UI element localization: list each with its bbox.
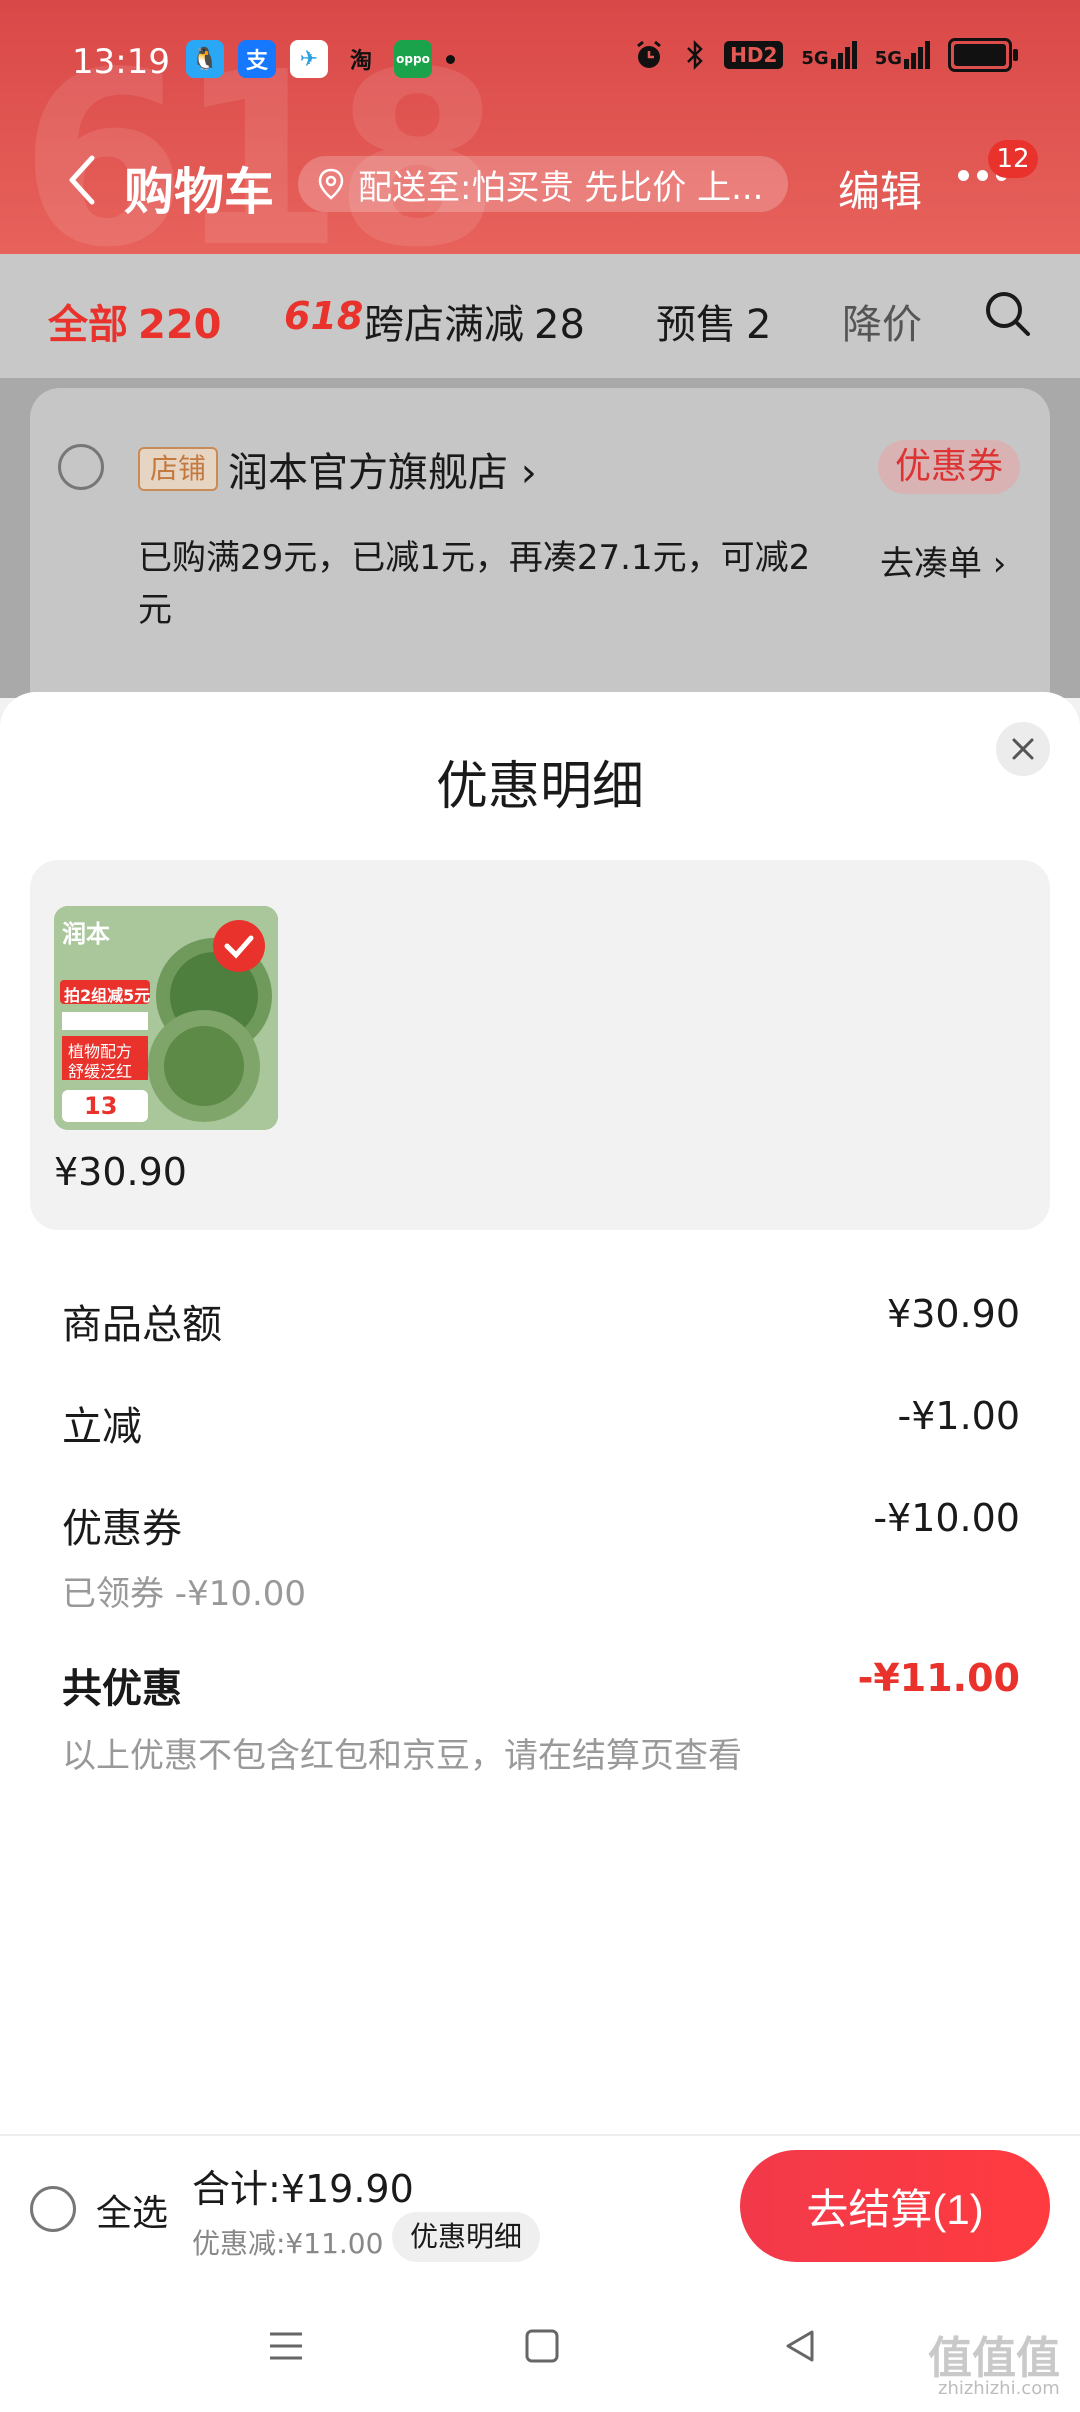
total-discount-row: 共优惠 -¥11.00 (62, 1656, 1020, 1714)
instant-discount-label: 立减 (62, 1404, 142, 1450)
goods-total-label: 商品总额 (62, 1302, 222, 1348)
select-all-label[interactable]: 全选 (96, 2184, 168, 2236)
home-icon[interactable] (522, 2326, 562, 2366)
header: 618 13:19 🐧 支 ✈ 淘 oppo HD2 5G 5G 购物车 配送至… (0, 0, 1080, 254)
select-all-radio[interactable] (30, 2186, 76, 2232)
back-arrow-icon[interactable] (62, 152, 102, 208)
thumb-brand: 润本 (62, 920, 110, 948)
qq-icon: 🐧 (186, 40, 224, 78)
alipay-icon: 支 (238, 40, 276, 78)
bluetooth-icon (687, 39, 703, 71)
discount-amount: 优惠减:¥11.00 (192, 2227, 384, 2260)
status-indicators: HD2 5G 5G (632, 38, 1018, 72)
watermark-logo: 值值值 (928, 2333, 1060, 2384)
status-app-icons: 🐧 支 ✈ 淘 oppo (186, 40, 455, 78)
coupon-row: 优惠券 -¥10.00 (62, 1496, 1020, 1554)
618-badge-icon: 618 (284, 294, 364, 338)
instant-discount-value: -¥1.00 (897, 1394, 1021, 1438)
thumb-line-2: 舒缓泛红 (68, 1062, 133, 1081)
delivery-address-pill[interactable]: 配送至:怕买贵 先比价 上... (298, 156, 788, 212)
location-pin-icon (318, 168, 344, 200)
instant-discount-row: 立减 -¥1.00 (62, 1394, 1020, 1452)
close-icon (1012, 738, 1034, 760)
menu-icon[interactable] (266, 2326, 306, 2366)
tab-presale[interactable]: 预售 2 (656, 292, 771, 350)
store-name[interactable]: 润本官方旗舰店 › (228, 440, 537, 498)
signal-5g-icon-2: 5G (875, 41, 930, 69)
signal-5g-icon-1: 5G (801, 41, 857, 69)
search-icon[interactable] (982, 288, 1034, 340)
discount-detail-sheet: 优惠明细 润本 拍2组减5元 植物配方 舒缓泛红 13 ¥30.90 商品总额 … (0, 692, 1080, 2134)
battery-icon (948, 38, 1018, 72)
goods-total-row: 商品总额 ¥30.90 (62, 1292, 1020, 1350)
total-discount-label: 共优惠 (62, 1666, 182, 1712)
close-button[interactable] (996, 722, 1050, 776)
telegram-icon: ✈ (290, 40, 328, 78)
status-bar: 13:19 🐧 支 ✈ 淘 oppo HD2 5G 5G (0, 0, 1080, 126)
status-time: 13:19 (72, 42, 170, 82)
hd-volte-icon: HD2 (724, 41, 784, 69)
taobao-icon: 淘 (349, 49, 372, 74)
coupon-label: 优惠券 (62, 1506, 182, 1552)
checkout-button[interactable]: 去结算(1) (740, 2150, 1050, 2262)
watermark-url: zhizhizhi.com (938, 2378, 1060, 2399)
delivery-address-text: 配送至:怕买贵 先比价 上... (358, 167, 764, 208)
coupon-claimed-note: 已领券 -¥10.00 (62, 1574, 307, 1614)
coupon-value: -¥10.00 (873, 1496, 1020, 1540)
total-amount: 合计:¥19.90 (192, 2167, 414, 2211)
store-coupon-button[interactable]: 优惠券 (878, 440, 1020, 494)
navbar: 购物车 配送至:怕买贵 先比价 上... 编辑 12 (0, 130, 1080, 230)
sheet-title: 优惠明细 (435, 757, 644, 817)
page-title: 购物车 (124, 163, 274, 221)
checkout-bar: 全选 合计:¥19.90 优惠减:¥11.00 优惠明细 去结算(1) (0, 2134, 1080, 2282)
oppo-icon: oppo (394, 40, 432, 78)
tab-all[interactable]: 全部 220 (48, 292, 222, 350)
edit-button[interactable]: 编辑 (838, 158, 922, 219)
cart-filter-tabs: 全部 220 618 跨店满减 28 预售 2 降价 (0, 254, 1080, 378)
goods-total-value: ¥30.90 (887, 1292, 1020, 1336)
notification-dot-icon (446, 54, 455, 64)
product-price: ¥30.90 (54, 1150, 187, 1194)
alarm-icon (637, 40, 662, 68)
thumb-price: 13 (84, 1092, 118, 1120)
store-select-radio[interactable] (58, 444, 104, 490)
store-promo-text: 已购满29元，已减1元，再凑27.1元，可减2元 (138, 538, 811, 630)
product-summary: 润本 拍2组减5元 植物配方 舒缓泛红 13 ¥30.90 (30, 860, 1050, 1230)
product-thumbnail[interactable]: 润本 拍2组减5元 植物配方 舒缓泛红 13 (54, 906, 278, 1130)
thumb-promo: 拍2组减5元 (64, 986, 151, 1005)
tab-cross-store-discount[interactable]: 跨店满减 28 (364, 292, 585, 350)
back-nav-icon[interactable] (780, 2326, 820, 2366)
message-count-badge: 12 (988, 140, 1038, 178)
collect-order-link[interactable]: 去凑单 › (880, 536, 1006, 585)
discount-footnote: 以上优惠不包含红包和京豆，请在结算页查看 (62, 1736, 742, 1776)
store-tag: 店铺 (138, 447, 219, 491)
tab-price-drop[interactable]: 降价 (842, 292, 922, 350)
total-discount-value: -¥11.00 (857, 1656, 1020, 1700)
discount-detail-button[interactable]: 优惠明细 (392, 2212, 541, 2262)
system-navigation-bar (0, 2280, 1080, 2412)
